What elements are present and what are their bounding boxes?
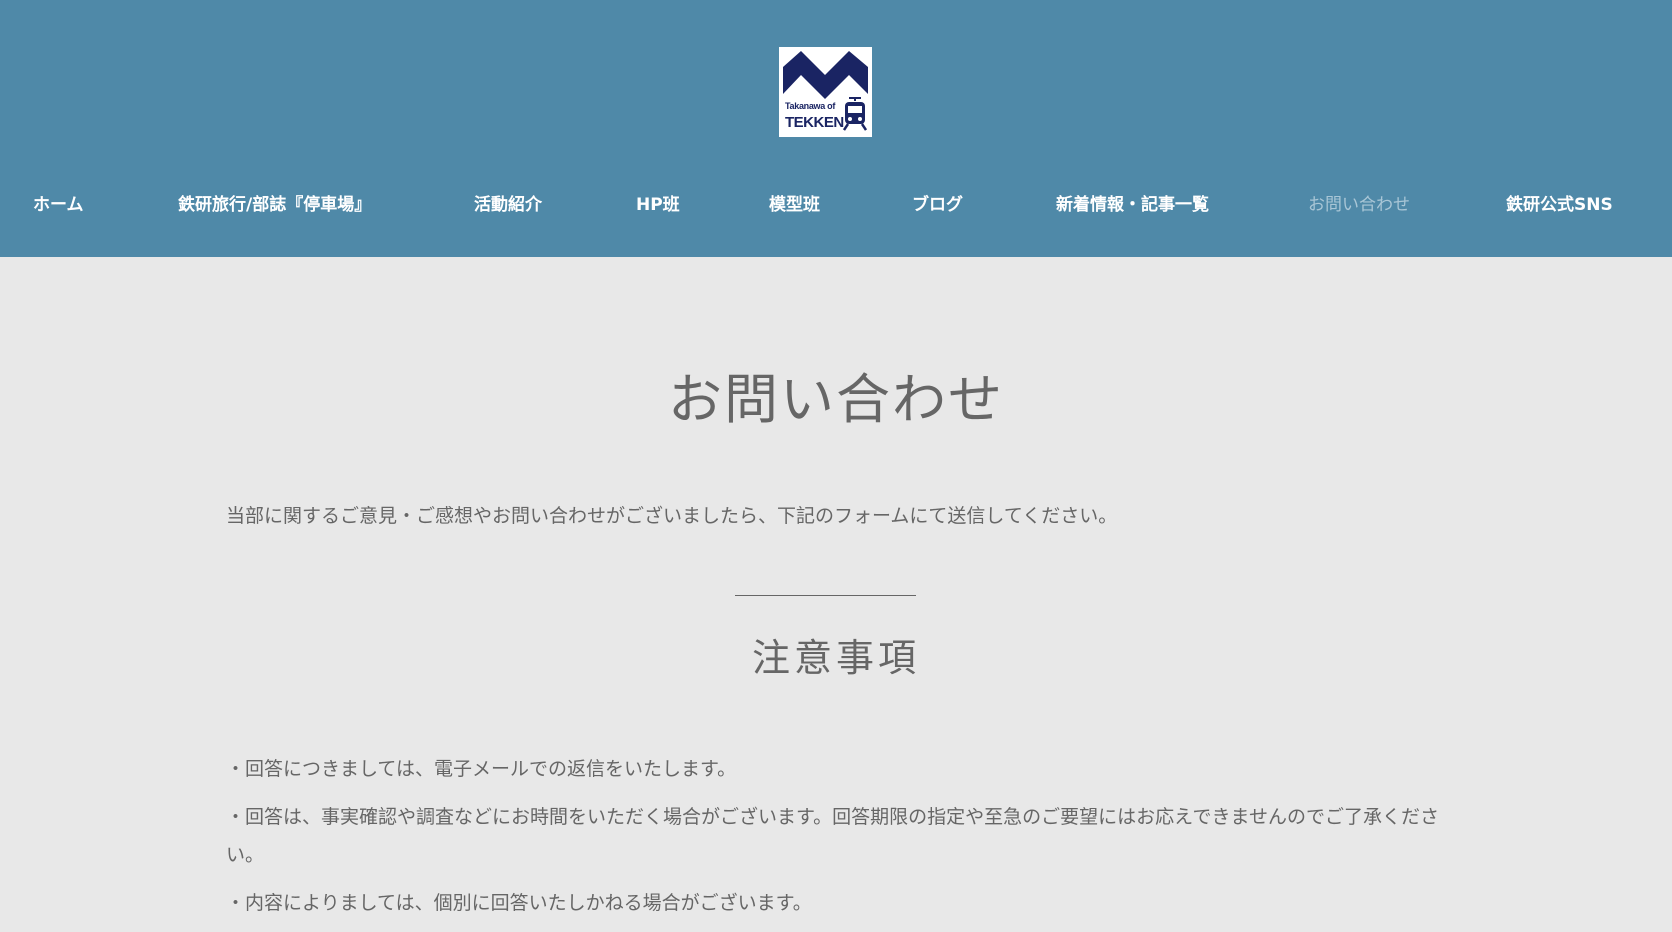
nav-item-model-team[interactable]: 模型班 [769, 188, 820, 222]
intro-text: 当部に関するご意見・ご感想やお問い合わせがございましたら、下記のフォームにて送信… [226, 505, 1118, 527]
nav-item-blog[interactable]: ブログ [912, 188, 963, 222]
nav-item-trip-magazine[interactable]: 鉄研旅行/部誌『停車場』 [178, 188, 371, 222]
nav-item-news[interactable]: 新着情報・記事一覧 [1056, 188, 1209, 222]
nav-item-sns[interactable]: 鉄研公式SNS [1506, 188, 1613, 222]
notice-item: ・内容によりましては、個別に回答いたしかねる場合がございます。 [226, 892, 812, 914]
page-title: お問い合わせ [668, 368, 1004, 431]
logo-text-line2: TEKKEN [785, 114, 844, 131]
nav-item-hp-team[interactable]: HP班 [636, 188, 680, 222]
nav-item-contact[interactable]: お問い合わせ [1308, 188, 1410, 222]
section-divider [735, 595, 916, 596]
nav-item-activities[interactable]: 活動紹介 [474, 188, 542, 222]
main-nav: ホーム 鉄研旅行/部誌『停車場』 活動紹介 HP班 模型班 ブログ 新着情報・記… [0, 188, 1672, 222]
notice-heading: 注意事項 [751, 636, 920, 680]
site-header: Takanawa of TEKKEN ホーム 鉄研旅行/部誌『停車場』 活動紹介… [0, 0, 1672, 257]
logo-text-line1: Takanawa of [785, 101, 836, 111]
train-icon [843, 97, 867, 131]
notice-list: ・回答につきましては、電子メールでの返信をいたします。 ・回答は、事実確認や調査… [226, 750, 1441, 932]
notice-item: ・回答につきましては、電子メールでの返信をいたします。 [226, 758, 737, 780]
site-logo[interactable]: Takanawa of TEKKEN [779, 47, 872, 137]
nav-item-home[interactable]: ホーム [33, 188, 84, 222]
notice-item: ・回答は、事実確認や調査などにお時間をいただく場合がございます。回答期限の指定や… [226, 806, 1439, 866]
